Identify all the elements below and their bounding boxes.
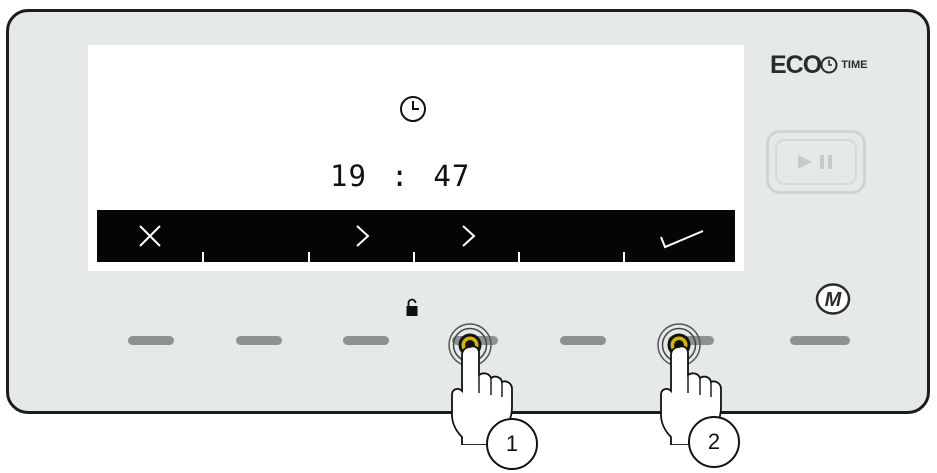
softkey-divider xyxy=(623,252,625,262)
panel-key-7[interactable] xyxy=(790,336,850,345)
panel-key-5[interactable] xyxy=(560,336,606,345)
lock-icon xyxy=(406,298,418,316)
panel-key-1[interactable] xyxy=(128,336,174,345)
play-pause-icon xyxy=(798,155,832,169)
softkey-confirm[interactable] xyxy=(629,210,735,262)
panel-key-2[interactable] xyxy=(236,336,282,345)
chevron-right-icon xyxy=(356,225,370,247)
clock-icon xyxy=(820,56,838,74)
ecotime-logo: ECO TIME xyxy=(770,50,868,79)
start-pause-button-face xyxy=(775,139,857,185)
m-button-label: M xyxy=(825,289,843,311)
softkey-bar xyxy=(97,210,735,262)
close-icon xyxy=(139,225,161,247)
time-minutes: 47 xyxy=(433,159,471,193)
time-display: 19 : 47 xyxy=(330,156,500,196)
callout-1-label: 1 xyxy=(505,431,519,456)
callout-2: 2 xyxy=(688,416,740,468)
time-hours: 19 xyxy=(330,159,367,193)
chevron-right-icon xyxy=(462,225,476,247)
logo-eco-text: ECO xyxy=(770,50,822,79)
m-button[interactable]: M xyxy=(814,282,852,316)
softkey-divider xyxy=(518,252,520,262)
softkey-cancel[interactable] xyxy=(97,210,203,262)
panel-key-3[interactable] xyxy=(343,336,389,345)
time-separator: : xyxy=(390,159,410,193)
softkey-divider xyxy=(413,252,415,262)
softkey-divider xyxy=(202,252,204,262)
logo-time-text: TIME xyxy=(841,59,868,71)
clock-icon xyxy=(400,96,426,122)
softkey-next-2[interactable] xyxy=(415,210,521,262)
softkey-divider xyxy=(308,252,310,262)
start-pause-button[interactable] xyxy=(766,130,866,194)
checkmark-icon xyxy=(660,230,704,249)
callout-2-label: 2 xyxy=(707,429,721,454)
softkey-next-1[interactable] xyxy=(309,210,415,262)
callout-1: 1 xyxy=(486,418,538,470)
